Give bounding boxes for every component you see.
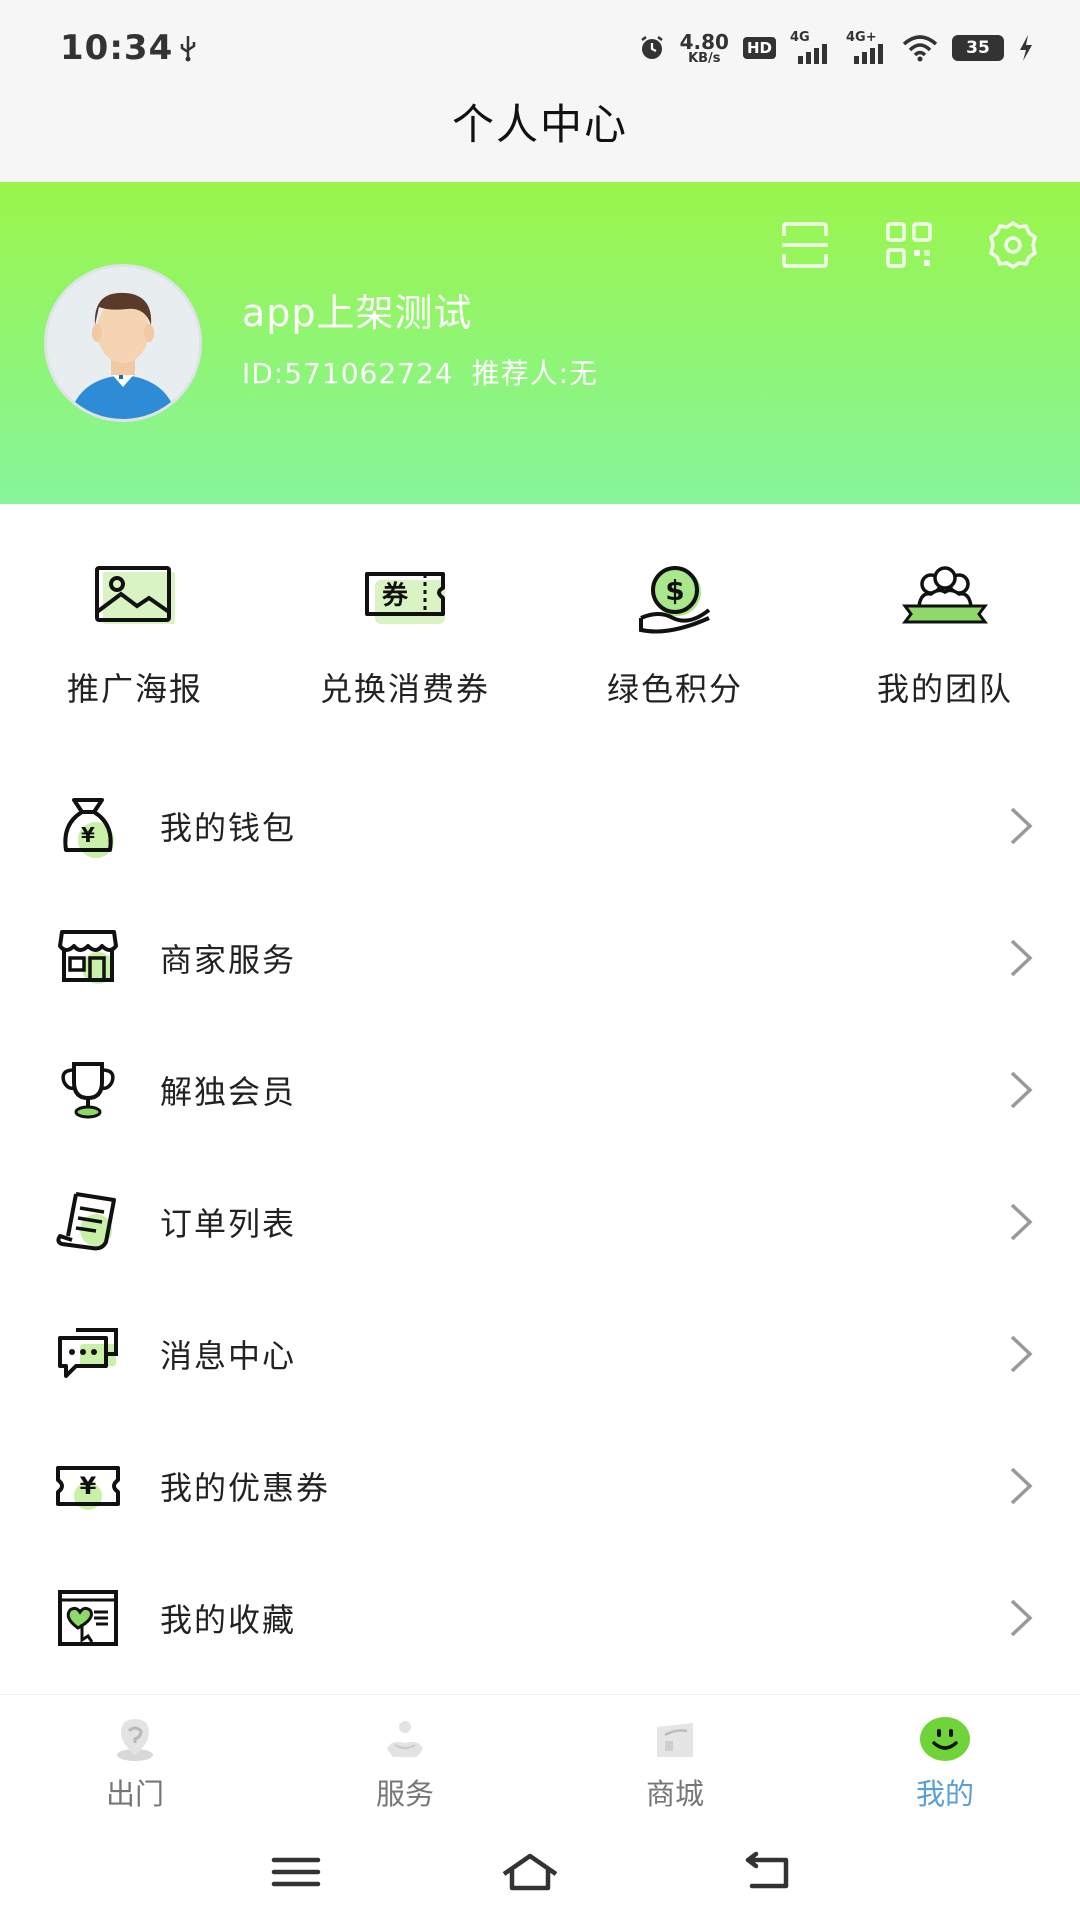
avatar[interactable] <box>44 264 202 422</box>
qr-code-icon[interactable] <box>882 218 936 272</box>
tab-outing[interactable]: 出门 <box>0 1695 270 1820</box>
home-icon[interactable] <box>500 1848 560 1898</box>
quick-action-label: 我的团队 <box>876 670 1013 708</box>
menu-item-label: 解独会员 <box>160 1073 297 1111</box>
team-icon <box>902 566 988 624</box>
chevron-right-icon <box>1010 1203 1033 1241</box>
settings-gear-icon[interactable] <box>986 218 1040 272</box>
smiley-icon <box>920 1717 970 1761</box>
usb-icon <box>180 36 196 62</box>
battery-icon: 35 <box>952 35 1004 61</box>
receipt-icon <box>56 1192 116 1251</box>
page-title: 个人中心 <box>0 95 1080 182</box>
menu-item-label: 商家服务 <box>160 941 297 979</box>
tab-label: 服务 <box>375 1777 434 1811</box>
money-bag-icon: ¥ <box>63 798 114 858</box>
menu-list: ¥ 我的钱包 商家服务 解独会员 订单列表 消息中心 ¥ 我的优惠券 我的收藏 <box>0 760 1080 1684</box>
tab-service[interactable]: 服务 <box>270 1695 540 1820</box>
trophy-icon <box>61 1062 115 1119</box>
chevron-right-icon <box>1010 1467 1033 1505</box>
coupon-icon: ¥ <box>56 1466 120 1510</box>
tab-label: 出门 <box>105 1777 164 1811</box>
svg-text:¥: ¥ <box>81 823 95 847</box>
quick-action-label: 兑换消费券 <box>319 670 490 708</box>
menu-item-messages[interactable]: 消息中心 <box>0 1288 1080 1420</box>
svg-text:券: 券 <box>382 581 409 611</box>
svg-text:¥: ¥ <box>80 1472 97 1500</box>
user-id-line: ID:571062724 推荐人:无 <box>242 352 616 392</box>
favorite-icon <box>58 1590 118 1646</box>
tab-label: 我的 <box>915 1777 974 1811</box>
menu-item-label: 消息中心 <box>160 1337 297 1375</box>
image-icon <box>95 566 175 624</box>
profile-banner: app上架测试 ID:571062724 推荐人:无 <box>0 182 1080 504</box>
user-id: ID:571062724 <box>242 357 454 390</box>
network-speed: 4.80 KB/s <box>679 29 729 66</box>
status-icons: 4.80 KB/s HD 4G 4G+ 35 <box>638 30 1034 66</box>
status-time: 10:34 <box>60 28 174 68</box>
store-icon <box>657 1723 693 1757</box>
signal-sim2-icon: 4G+ <box>846 30 888 64</box>
back-icon[interactable] <box>738 1848 798 1898</box>
service-icon <box>387 1721 423 1757</box>
menu-item-label: 我的收藏 <box>160 1601 297 1639</box>
bottom-nav: 出门 服务 商城 我的 <box>0 1694 1080 1820</box>
avatar-image <box>47 267 199 419</box>
chat-icon <box>58 1328 118 1378</box>
menu-item-membership[interactable]: 解独会员 <box>0 1024 1080 1156</box>
menu-lines-icon[interactable] <box>268 1848 328 1898</box>
status-bar: 10:34 4.80 KB/s HD 4G 4G+ 35 <box>0 0 1080 95</box>
shop-icon <box>58 930 118 984</box>
quick-action-poster[interactable]: 推广海报 <box>0 560 270 710</box>
menu-item-orders[interactable]: 订单列表 <box>0 1156 1080 1288</box>
signal-sim1-icon: 4G <box>790 30 832 64</box>
quick-action-team[interactable]: 我的团队 <box>810 560 1080 710</box>
banner-actions <box>778 218 1040 272</box>
chevron-right-icon <box>1010 1071 1033 1109</box>
coin-hand-icon: $ <box>639 566 711 634</box>
chevron-right-icon <box>1010 939 1033 977</box>
menu-item-label: 我的优惠券 <box>160 1469 331 1507</box>
menu-item-label: 我的钱包 <box>160 809 297 847</box>
chevron-right-icon <box>1010 807 1033 845</box>
voucher-icon: 券 <box>365 572 445 624</box>
menu-item-merchant[interactable]: 商家服务 <box>0 892 1080 1024</box>
quick-action-voucher[interactable]: 券 兑换消费券 <box>270 560 540 710</box>
hd-badge: HD <box>742 37 776 59</box>
tab-mall[interactable]: 商城 <box>540 1695 810 1820</box>
menu-item-wallet[interactable]: ¥ 我的钱包 <box>0 760 1080 892</box>
menu-item-favorites[interactable]: 我的收藏 <box>0 1552 1080 1684</box>
quick-action-label: 推广海报 <box>66 670 203 708</box>
svg-text:$: $ <box>665 574 684 607</box>
location-icon <box>117 1719 153 1761</box>
menu-item-label: 订单列表 <box>160 1205 297 1243</box>
quick-action-label: 绿色积分 <box>606 670 743 708</box>
alarm-icon <box>640 36 663 59</box>
chevron-right-icon <box>1010 1599 1033 1637</box>
tab-mine[interactable]: 我的 <box>810 1695 1080 1820</box>
wifi-icon <box>902 35 938 62</box>
user-name: app上架测试 <box>242 291 473 335</box>
referrer: 推荐人:无 <box>471 357 599 390</box>
scan-icon[interactable] <box>778 218 832 272</box>
menu-item-coupons[interactable]: ¥ 我的优惠券 <box>0 1420 1080 1552</box>
chevron-right-icon <box>1010 1335 1033 1373</box>
system-nav-bar <box>0 1820 1080 1920</box>
tab-label: 商城 <box>645 1777 704 1811</box>
quick-action-green-points[interactable]: $ 绿色积分 <box>540 560 810 710</box>
charging-icon <box>1020 35 1032 61</box>
quick-actions: 推广海报 券 兑换消费券 $ 绿色积分 我的团队 <box>0 560 1080 710</box>
